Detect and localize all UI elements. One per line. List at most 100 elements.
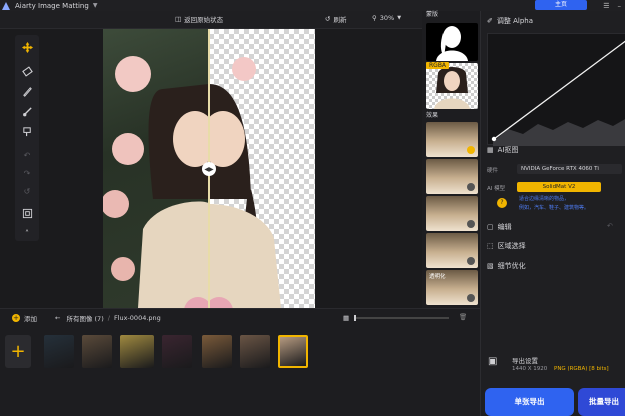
file-thumbnail-portrait[interactable] <box>240 335 270 368</box>
alpha-curve-editor[interactable] <box>487 33 625 146</box>
zoom-icon: ⚲ <box>372 14 377 22</box>
tool-rail: ↶ ↷ ↺ ˄ <box>15 35 39 241</box>
canvas-toolbar: ◫ 返回原始状态 ↺ 刷新 ⚲ 30% ▼ <box>0 11 480 29</box>
eraser-icon[interactable] <box>19 63 35 79</box>
file-strip-header: + 添加 ← 所有图像 (7) / Flux-0004.png ▦ 🗑 <box>0 309 480 327</box>
refine-section[interactable]: ▧ 细节优化 <box>487 261 526 271</box>
alpha-curve-graph[interactable] <box>488 34 625 146</box>
radio-icon <box>467 294 475 302</box>
edit-section[interactable]: ▢ 编辑 <box>487 222 512 232</box>
minimize-icon[interactable]: – <box>618 2 622 10</box>
chevron-down-icon[interactable]: ▼ <box>93 2 98 9</box>
fill-tool-icon[interactable] <box>19 123 35 139</box>
menu-icon[interactable]: ☰ <box>603 2 609 10</box>
edit-icon: ▢ <box>487 223 494 231</box>
trash-icon[interactable]: 🗑 <box>459 313 467 321</box>
curve-point-icon[interactable] <box>491 136 497 142</box>
selected-check-icon <box>467 146 475 154</box>
preview-column: 蒙版 效果 透明化 <box>422 11 480 308</box>
add-label[interactable]: 添加 <box>24 313 37 323</box>
mask-thumbnail[interactable] <box>426 23 478 61</box>
title-bar: Aiarty Image Matting ▼ 主页 ☰ – <box>0 0 625 11</box>
app-title: Aiarty Image Matting <box>15 1 89 10</box>
window-controls: ☰ – <box>603 0 621 11</box>
zoom-control[interactable]: ⚲ 30% ▼ <box>372 14 401 22</box>
alpha-title: 调整 Alpha <box>496 17 534 25</box>
rgba-portrait-icon <box>434 67 470 109</box>
redo-icon[interactable]: ↷ <box>19 165 35 181</box>
breadcrumb-separator: / <box>107 314 110 322</box>
export-settings[interactable]: ▣ 导出设置 1440 X 1920 PNG (RGBA) [8 bits] <box>486 350 625 388</box>
refine-icon: ▧ <box>487 262 494 270</box>
hardware-select[interactable]: NVIDIA GeForce RTX 4060 Ti <box>517 164 622 174</box>
file-thumbnail-collage[interactable] <box>82 335 112 368</box>
undo-icon[interactable]: ↶ <box>19 147 35 163</box>
effect-label: 透明化 <box>429 274 446 280</box>
home-button[interactable]: 主页 <box>535 0 587 10</box>
effect-thumb-2[interactable] <box>426 159 478 194</box>
region-select-label: 区域选择 <box>497 242 526 250</box>
split-handle-icon[interactable]: ◀▶ <box>202 162 216 176</box>
effect-thumb-3[interactable] <box>426 196 478 231</box>
effect-thumb-5[interactable]: 透明化 <box>426 270 478 305</box>
add-file-button[interactable]: + <box>5 335 31 368</box>
model-label: AI 模型 <box>487 186 506 192</box>
mask-silhouette-icon <box>436 26 468 61</box>
app-logo-icon <box>2 1 10 10</box>
image-size-icon[interactable]: ▦ <box>343 314 349 322</box>
file-thumbnail-portrait-selected[interactable] <box>278 335 308 368</box>
portrait-cutout-icon <box>201 57 281 308</box>
compare-label: 返回原始状态 <box>184 16 224 24</box>
brush-icon[interactable] <box>19 83 35 99</box>
export-settings-icon: ▣ <box>488 356 498 367</box>
rgba-tag: RGBA <box>426 62 450 69</box>
eyedropper-icon[interactable]: ✐ <box>487 17 493 25</box>
paint-brush-icon[interactable] <box>19 103 35 119</box>
move-tool-icon[interactable] <box>19 39 35 55</box>
original-image-side <box>103 29 217 308</box>
compare-toggle[interactable]: ◫ 返回原始状态 <box>175 14 223 24</box>
effect-thumb-4[interactable] <box>426 233 478 268</box>
refresh-button[interactable]: ↺ 刷新 <box>325 14 346 24</box>
file-thumbnail-red-dress[interactable] <box>162 335 192 368</box>
file-thumbnail-flowers[interactable] <box>202 335 232 368</box>
region-select-section[interactable]: ⬚ 区域选择 <box>487 241 526 251</box>
file-thumbnail-jellyfish[interactable] <box>44 335 74 368</box>
zoom-value: 30% <box>379 14 395 22</box>
ai-matting-icon: ▦ <box>487 146 494 154</box>
image-preview[interactable]: ◀▶ <box>103 29 315 308</box>
export-format: PNG (RGBA) [8 bits] <box>554 366 609 372</box>
model-description-1: 适合边缘清晰的物品， <box>519 196 570 202</box>
portrait-original-icon <box>103 56 217 308</box>
collapse-icon[interactable]: ˄ <box>19 225 35 241</box>
export-resolution: 1440 X 1920 <box>512 366 548 372</box>
radio-icon <box>467 183 475 191</box>
canvas-area[interactable]: ◀▶ <box>45 29 420 308</box>
folder-label[interactable]: 所有图像 (7) <box>66 313 103 323</box>
single-export-button[interactable]: 单张导出 <box>485 388 574 416</box>
add-icon[interactable]: + <box>12 314 20 322</box>
file-thumbnail-bicycle[interactable] <box>120 335 154 368</box>
refine-label: 细节优化 <box>497 262 526 270</box>
radio-icon <box>467 220 475 228</box>
slider-handle[interactable] <box>354 315 356 321</box>
effects-label: 效果 <box>426 112 439 119</box>
refresh-label: 刷新 <box>333 16 347 24</box>
batch-export-button[interactable]: 批量导出 <box>578 388 625 416</box>
radio-icon <box>467 257 475 265</box>
hardware-label: 硬件 <box>487 168 499 174</box>
ai-matting-header: ▦ AI抠图 <box>487 145 518 155</box>
undo-icon[interactable]: ↶ <box>607 222 613 230</box>
region-select-icon: ⬚ <box>487 242 494 250</box>
current-filename: Flux-0004.png <box>113 314 161 322</box>
refresh-icon: ↺ <box>325 15 331 23</box>
effect-thumb-1[interactable] <box>426 122 478 157</box>
thumbnail-size-slider[interactable] <box>354 317 449 319</box>
fit-view-icon[interactable] <box>19 205 35 221</box>
model-select[interactable]: SolidMat V2 <box>517 182 601 192</box>
help-icon[interactable]: ? <box>497 198 507 208</box>
rgba-thumbnail[interactable] <box>426 63 478 109</box>
alpha-header: ✐ 调整 Alpha <box>487 16 533 26</box>
back-arrow-icon[interactable]: ← <box>55 314 60 322</box>
reset-icon[interactable]: ↺ <box>19 183 35 199</box>
